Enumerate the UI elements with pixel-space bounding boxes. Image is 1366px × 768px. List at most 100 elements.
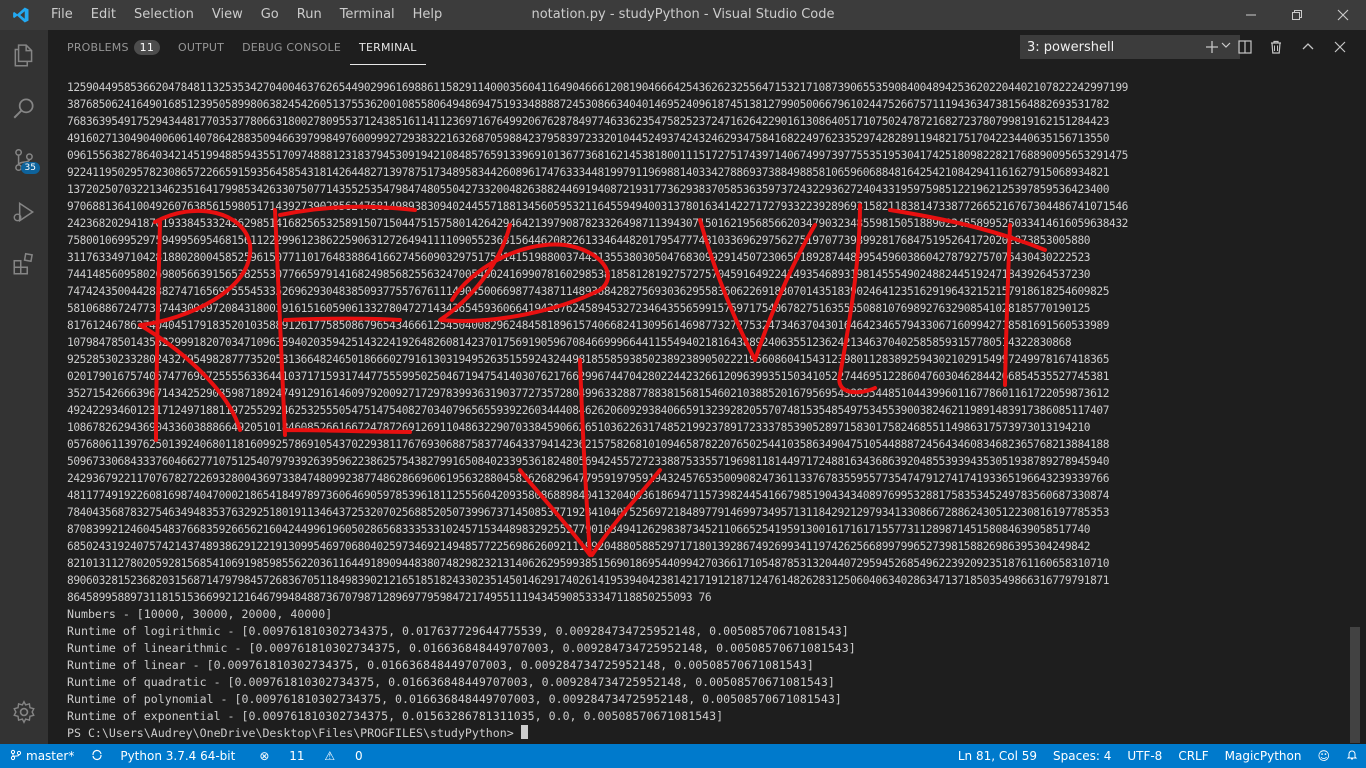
indentation[interactable]: Spaces: 4	[1045, 749, 1119, 763]
menu-go[interactable]: Go	[252, 0, 288, 30]
terminal-digit-line: 7441485609580269805663915653825530776659…	[67, 268, 1091, 281]
terminal-scrollbar[interactable]	[1350, 627, 1360, 743]
terminal-digit-line: 0201790167574057477698725555633644103717…	[67, 370, 1110, 383]
close-icon[interactable]	[1320, 0, 1366, 30]
terminal-digit-line: 0961556382786403421451994885943551709748…	[67, 149, 1128, 162]
tab-output[interactable]: OUTPUT	[169, 30, 233, 65]
title-bar: File Edit Selection View Go Run Terminal…	[0, 0, 1366, 30]
encoding[interactable]: UTF-8	[1119, 749, 1170, 763]
terminal-cursor	[520, 725, 528, 739]
terminal-digit-line: 0576806113976250139240680118160992578691…	[67, 438, 1110, 451]
vscode-logo-icon	[0, 0, 42, 30]
menu-terminal[interactable]: Terminal	[331, 0, 404, 30]
extensions-icon[interactable]	[0, 238, 48, 290]
terminal-digit-line: 8210131127802059281568541069198598556220…	[67, 557, 1110, 570]
terminal-digit-line: 8645899588973118151536699212164679948488…	[67, 591, 712, 604]
panel-header: PROBLEMS 11 OUTPUT DEBUG CONSOLE TERMINA…	[48, 30, 1366, 65]
terminal-digit-line: 7683639549175294344817703537780663180027…	[67, 115, 1110, 128]
terminal-digit-line: 5810688672477337443096972084318003916151…	[67, 302, 1091, 315]
restore-icon[interactable]	[1274, 0, 1320, 30]
search-icon[interactable]	[0, 82, 48, 134]
problems-count-badge: 11	[133, 40, 161, 55]
tab-terminal-label: TERMINAL	[359, 40, 417, 54]
notifications-bell-icon[interactable]	[1338, 749, 1366, 764]
error-icon: ⊗	[259, 749, 270, 763]
maximize-panel-chevron-up-icon[interactable]	[1298, 37, 1318, 57]
remote-indicator[interactable]	[0, 749, 26, 764]
terminal-digit-line: 7840435687832754634948353763292518019113…	[67, 506, 1110, 519]
terminal-digit-line: 8708399212460454837668359266562160424499…	[67, 523, 1091, 536]
warning-count: 0	[354, 749, 363, 763]
git-branch[interactable]: master*	[26, 749, 82, 763]
tab-terminal[interactable]: TERMINAL	[350, 30, 426, 65]
menu-view[interactable]: View	[203, 0, 252, 30]
terminal-digit-line: 2423682029418701933845332426298514168256…	[67, 217, 1128, 230]
terminal-prompt[interactable]: PS C:\Users\Audrey\OneDrive\Desktop\File…	[67, 725, 1237, 742]
cursor-position[interactable]: Ln 81, Col 59	[950, 749, 1045, 763]
activity-bar: 35	[0, 30, 48, 744]
feedback-icon[interactable]: ☺	[1309, 749, 1338, 763]
tab-debug-console[interactable]: DEBUG CONSOLE	[233, 30, 350, 65]
terminal-digit-line: 2429367922117076782722693280043697338474…	[67, 472, 1110, 485]
terminal-digit-line: 4811774919226081698740470002186541849789…	[67, 489, 1110, 502]
terminal-digit-line: 1372025070322134623516417998534263307507…	[67, 183, 1110, 196]
terminal-select-value: 3: powershell	[1027, 39, 1115, 55]
sync-icon[interactable]	[82, 749, 112, 764]
terminal-digit-line: 9224119502957823086572266591593564585431…	[67, 166, 1110, 179]
terminal-digit-line: 9706881364100492607638561598051714392739…	[67, 200, 1128, 213]
terminal-digit-line: 8176124678627404045179183520103588912617…	[67, 319, 1110, 332]
terminal-output-line: Runtime of logirithmic - [0.009761810302…	[67, 624, 849, 638]
source-control-badge: 35	[20, 162, 40, 174]
terminal-digit-line: 6850243192407574214374893862912219130995…	[67, 540, 1091, 553]
error-count: 11	[289, 749, 305, 763]
tab-problems[interactable]: PROBLEMS 11	[58, 30, 169, 65]
close-panel-icon[interactable]	[1330, 37, 1350, 57]
terminal-digit-line: 3117633497104281880280045852596150771101…	[67, 251, 1091, 264]
terminal-digit-line: 7474243500442838274716569755545335269629…	[67, 285, 1110, 298]
run-debug-icon[interactable]	[0, 186, 48, 238]
window-controls	[1228, 0, 1366, 30]
warning-icon: ⚠	[324, 749, 336, 763]
terminal-digit-line: 8906032815236820315687147979845726836705…	[67, 574, 1110, 587]
terminal-output-line: Runtime of polynomial - [0.0097618103027…	[67, 692, 842, 706]
settings-gear-icon[interactable]	[0, 686, 48, 738]
terminal-digit-line: 3527154266639671434252908598718924749129…	[67, 387, 1110, 400]
minimize-icon[interactable]	[1228, 0, 1274, 30]
chevron-down-icon	[1221, 39, 1231, 53]
explorer-icon[interactable]	[0, 30, 48, 82]
terminal-output-line: Runtime of quadratic - [0.00976181030273…	[67, 675, 835, 689]
menu-help[interactable]: Help	[404, 0, 452, 30]
language-mode[interactable]: MagicPython	[1217, 749, 1310, 763]
terminal-output[interactable]: 1259044958536620478481132535342704004637…	[67, 79, 1237, 743]
menu-selection[interactable]: Selection	[125, 0, 203, 30]
terminal-digit-line: 5096733068433376046627710751254079793926…	[67, 455, 1110, 468]
new-terminal-plus-icon[interactable]	[1202, 37, 1222, 57]
terminal-digit-line: 1086782629436904336038886649205101846085…	[67, 421, 1091, 434]
tab-problems-label: PROBLEMS	[67, 41, 129, 54]
tab-output-label: OUTPUT	[178, 41, 225, 54]
terminal-digit-line: 3876850624164901685123950589980638245426…	[67, 98, 1110, 111]
split-terminal-icon[interactable]	[1235, 37, 1255, 57]
problems-indicator[interactable]: ⊗ 11 ⚠ 0	[243, 749, 378, 763]
end-of-line[interactable]: CRLF	[1170, 749, 1216, 763]
terminal-digit-line: 1079847850143532299918207034710963594020…	[67, 336, 1072, 349]
terminal-digit-line: 1259044958536620478481132535342704004637…	[67, 81, 1128, 94]
terminal-digit-line: 9252853023328024327954982877735205313664…	[67, 353, 1110, 366]
status-bar: master* Python 3.7.4 64-bit ⊗ 11 ⚠ 0 Ln …	[0, 744, 1366, 768]
menu-edit[interactable]: Edit	[82, 0, 125, 30]
trash-icon[interactable]	[1266, 37, 1286, 57]
terminal-digit-line: 4924229346012317124971881197255292462532…	[67, 404, 1110, 417]
terminal-digit-line: 7580010699529759499569546815611222996123…	[67, 234, 1091, 247]
tab-debug-console-label: DEBUG CONSOLE	[242, 41, 342, 54]
python-interpreter[interactable]: Python 3.7.4 64-bit	[112, 749, 243, 763]
terminal-output-line: Runtime of linear - [0.00976181030273437…	[67, 658, 814, 672]
menu-file[interactable]: File	[42, 0, 82, 30]
menu-bar: File Edit Selection View Go Run Terminal…	[42, 0, 451, 30]
terminal-output-line: Numbers - [10000, 30000, 20000, 40000]	[67, 607, 333, 621]
terminal-output-line: Runtime of exponential - [0.009761810302…	[67, 709, 724, 723]
source-control-icon[interactable]: 35	[0, 134, 48, 186]
terminal-output-line: Runtime of linearithmic - [0.00976181030…	[67, 641, 856, 655]
prompt-text: PS C:\Users\Audrey\OneDrive\Desktop\File…	[67, 726, 521, 740]
menu-run[interactable]: Run	[288, 0, 331, 30]
terminal-digit-line: 4916027130490400606140786428835094663979…	[67, 132, 1110, 145]
